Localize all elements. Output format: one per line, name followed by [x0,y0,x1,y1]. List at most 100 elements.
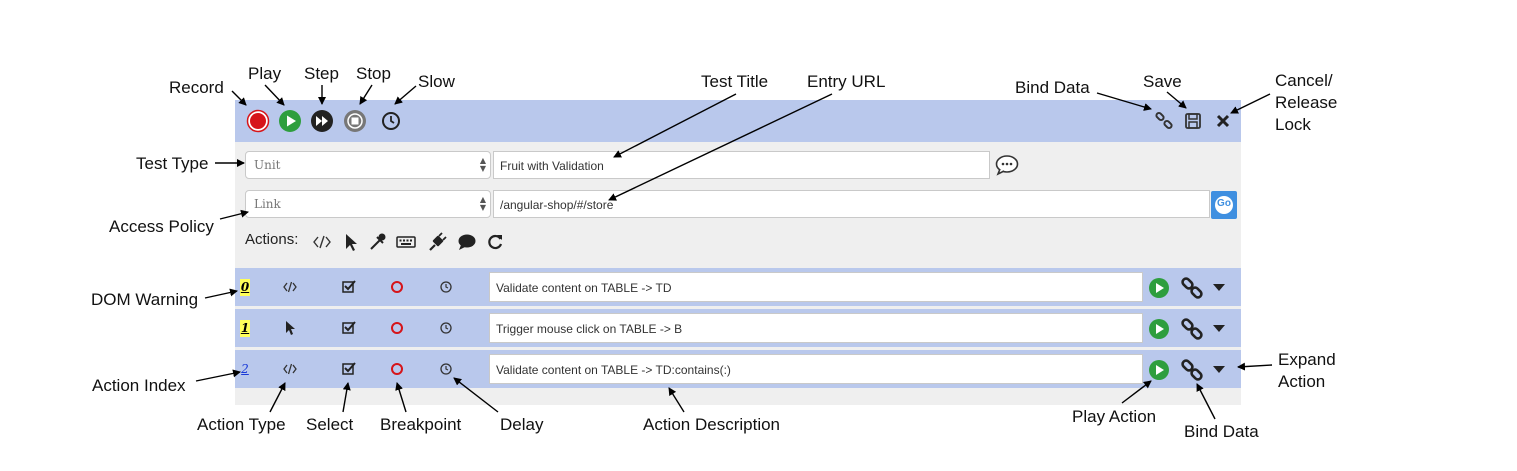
select-checkbox[interactable] [341,361,357,377]
test-title-input[interactable]: Fruit with Validation [493,151,990,179]
action-bind-data-button[interactable] [1179,357,1205,383]
record-icon [246,109,270,133]
play-icon [1149,319,1169,339]
caret-down-icon [1213,284,1225,291]
comment-icon [458,234,476,250]
add-comment-action-button[interactable] [457,232,477,252]
annotation-action-description: Action Description [643,415,781,434]
eyedropper-icon [370,233,386,250]
annotation-test-title: Test Title [701,72,769,91]
test-type-select[interactable]: Unit ▲ ▼ [245,151,491,179]
action-type-toggle[interactable] [282,279,298,295]
comment-bubble-icon [995,155,1019,176]
annotation-test-type: Test Type [136,154,209,173]
select-checkbox[interactable] [341,320,357,336]
expand-action-button[interactable] [1212,322,1226,334]
slow-clock-icon [382,112,400,130]
play-button[interactable] [278,109,302,133]
arrow-dom-warning [204,288,238,299]
arrow-action-index [195,369,241,382]
action-bind-data-button[interactable] [1179,275,1205,301]
play-action-button[interactable] [1148,318,1170,340]
action-description-input[interactable]: Validate content on TABLE -> TD:contains… [489,354,1143,384]
add-eyedropper-action-button[interactable] [367,232,387,252]
code-icon [283,281,297,293]
delay-toggle[interactable] [438,361,454,377]
annotation-cancel-release-lock: Cancel/ Release Lock [1275,71,1338,134]
play-icon [1149,278,1169,298]
play-action-button[interactable] [1148,359,1170,381]
play-action-button[interactable] [1148,277,1170,299]
action-index-link[interactable]: 0 [240,279,250,296]
toolbar [235,100,1241,142]
checkbox-checked-icon [342,362,356,375]
add-refresh-action-button[interactable] [485,232,505,252]
access-policy-select[interactable]: Link ▲ ▼ [245,190,491,218]
bind-link-icon [1155,111,1173,130]
action-bind-data-button[interactable] [1179,316,1205,342]
caret-down-icon [1213,325,1225,332]
action-index-link[interactable]: 2 [240,361,250,378]
annotation-access-policy: Access Policy [109,217,214,236]
breakpoint-toggle[interactable] [389,320,405,336]
annotation-bind-data-bottom: Bind Data [1184,422,1259,441]
stop-icon [344,110,366,132]
annotation-action-type: Action Type [197,415,286,434]
plug-icon [429,232,447,251]
save-button[interactable] [1181,109,1205,133]
add-plugin-action-button[interactable] [427,232,447,252]
record-button[interactable] [246,109,270,133]
delay-toggle[interactable] [438,320,454,336]
action-type-toggle[interactable] [282,361,298,377]
step-button[interactable] [310,109,334,133]
play-icon [1149,360,1169,380]
breakpoint-circle-icon [391,281,403,293]
select-checkbox[interactable] [341,279,357,295]
action-description-input[interactable]: Trigger mouse click on TABLE -> B [489,313,1143,343]
add-click-action-button[interactable] [341,232,361,252]
action-index-link[interactable]: 1 [240,320,250,337]
action-type-toggle[interactable] [282,320,298,336]
expand-action-button[interactable] [1212,281,1226,293]
add-validate-action-button[interactable] [312,232,332,252]
cancel-release-lock-button[interactable] [1211,109,1235,133]
keyboard-icon [396,236,416,248]
annotation-play: Play [248,64,282,83]
go-button[interactable]: Go [1211,191,1237,219]
pointer-icon [286,321,295,335]
go-label: Go [1217,198,1231,209]
add-keyboard-action-button[interactable] [396,232,416,252]
action-row: 2 Validate content on TABLE -> TD:contai… [235,350,1241,388]
annotation-record: Record [169,78,224,97]
entry-url-input[interactable]: /angular-shop/#/store [493,190,1210,218]
action-row: 0 Validate content on TABLE -> TD [235,268,1241,306]
annotation-bind-data-top: Bind Data [1015,78,1090,97]
annotation-select: Select [306,415,354,434]
action-row: 1 Trigger mouse click on TABLE -> B [235,309,1241,347]
checkbox-checked-icon [342,321,356,334]
slow-button[interactable] [379,109,403,133]
delay-clock-icon [440,322,452,334]
annotation-entry-url: Entry URL [807,72,886,91]
access-policy-value: Link [254,197,281,211]
expand-action-button[interactable] [1212,363,1226,375]
code-icon [283,363,297,375]
breakpoint-circle-icon [391,363,403,375]
caret-down-icon [1213,366,1225,373]
test-editor-panel: Unit ▲ ▼ Fruit with Validation Link ▲ ▼ /a… [235,100,1241,405]
bind-data-button[interactable] [1152,109,1176,133]
play-icon [279,110,301,132]
breakpoint-toggle[interactable] [389,361,405,377]
breakpoint-circle-icon [391,322,403,334]
delay-toggle[interactable] [438,279,454,295]
stop-button[interactable] [343,109,367,133]
breakpoint-toggle[interactable] [389,279,405,295]
annotation-action-index: Action Index [92,376,186,395]
action-description-input[interactable]: Validate content on TABLE -> TD [489,272,1143,302]
bind-link-icon [1181,318,1203,340]
code-icon [313,235,331,249]
annotation-step: Step [304,64,339,83]
close-x-icon [1216,114,1230,128]
annotation-stop: Stop [356,64,391,83]
comment-button[interactable] [994,153,1020,177]
